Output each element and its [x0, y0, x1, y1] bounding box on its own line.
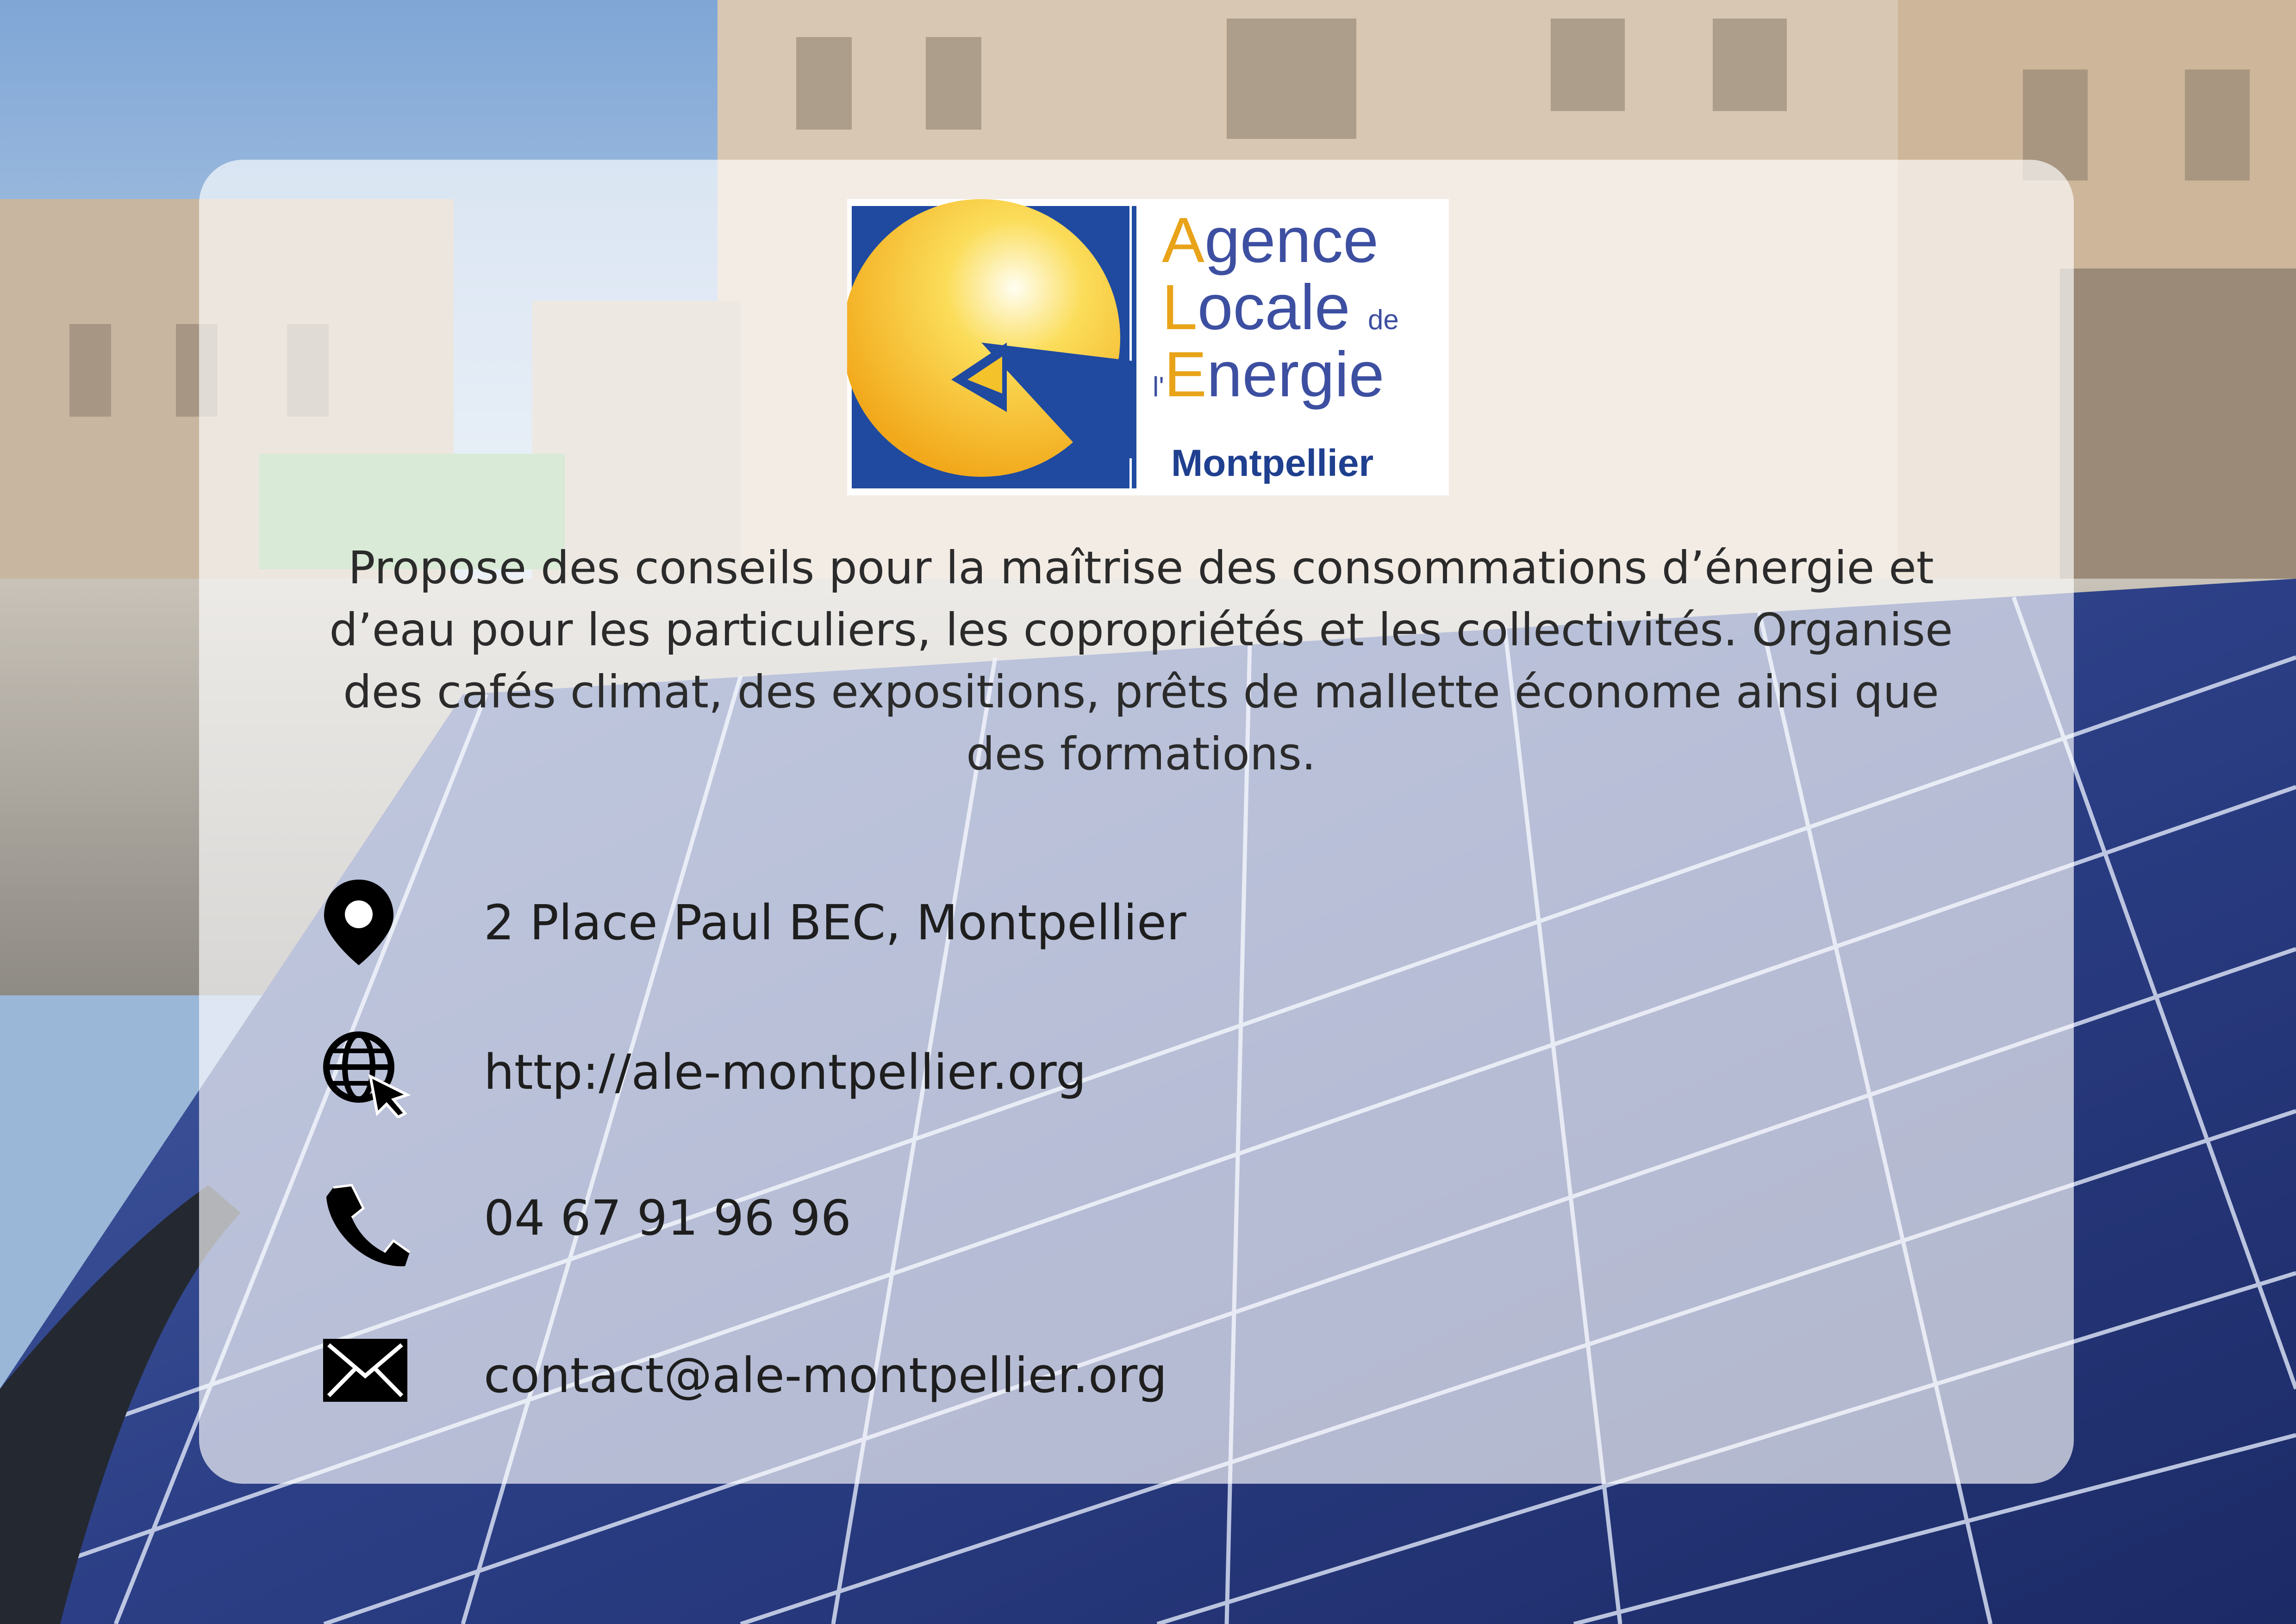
description-text: Propose des conseils pour la maîtrise de… — [329, 542, 1953, 780]
logo-line-locale: Locale de — [1162, 272, 1399, 343]
logo-line-energie: l'Energie — [1153, 339, 1385, 410]
phone-icon — [326, 1184, 411, 1267]
logo-line-montpellier: Montpellier — [1171, 442, 1374, 484]
website-link[interactable]: http://ale-montpellier.org — [484, 1044, 1086, 1100]
contact-phone-row: 04 67 91 96 96 — [319, 1181, 1708, 1282]
map-pin-icon — [324, 880, 393, 965]
email-link[interactable]: contact@ale-montpellier.org — [484, 1347, 1167, 1404]
contact-email-row: contact@ale-montpellier.org — [319, 1333, 1708, 1435]
globe-cursor-icon — [323, 1031, 411, 1118]
ale-logo: Agence Locale de l'Energie Montpellier — [847, 199, 1449, 495]
contact-website-row: http://ale-montpellier.org — [319, 1025, 1708, 1127]
phone-text: 04 67 91 96 96 — [484, 1190, 851, 1246]
contact-address-row: 2 Place Paul BEC, Montpellier — [319, 875, 1708, 977]
envelope-icon — [323, 1339, 407, 1402]
logo-line-agence: Agence — [1162, 205, 1379, 276]
address-text: 2 Place Paul BEC, Montpellier — [484, 894, 1186, 951]
